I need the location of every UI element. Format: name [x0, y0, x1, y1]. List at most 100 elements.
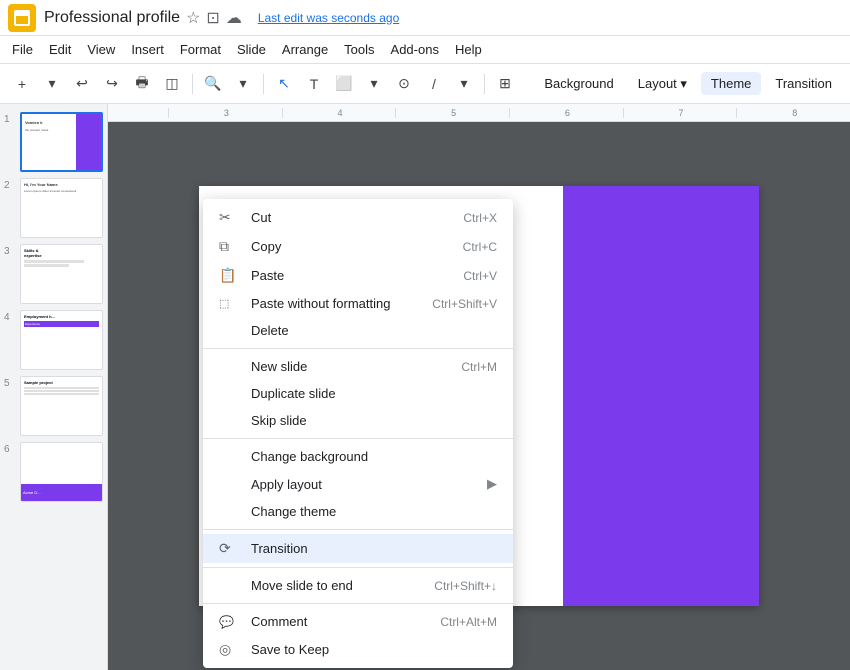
folder-icon[interactable]: ⊡ [206, 8, 219, 28]
toolbar-dropdown-btn[interactable]: ▾ [38, 70, 66, 98]
transition-icon: ⟳ [219, 540, 239, 557]
toolbar-print-btn[interactable]: 🖶 [128, 70, 156, 98]
slide-thumb-6[interactable]: 6 Acme D... [4, 442, 103, 502]
slide-preview-2[interactable]: Hi, I'm Your Name Lorem ipsum dolor sit … [20, 178, 103, 238]
toolbar-sep-3 [484, 74, 485, 94]
slide-preview-4[interactable]: Employment h... Experience [20, 310, 103, 370]
toolbar-line-btn[interactable]: / [420, 70, 448, 98]
context-menu: ✂ Cut Ctrl+X ⧉ Copy Ctrl+C 📋 Paste Ctrl+… [203, 199, 513, 668]
slide-preview-3[interactable]: Skills &expertise [20, 244, 103, 304]
menu-slide[interactable]: Slide [229, 40, 274, 59]
slide-preview-1[interactable]: Vomien k the present mana [20, 112, 103, 172]
toolbar-theme-btn[interactable]: Theme [701, 72, 761, 95]
ctx-change-background[interactable]: Change background [203, 443, 513, 470]
ctx-sep-4 [203, 567, 513, 568]
menu-file[interactable]: File [4, 40, 41, 59]
toolbar-sep-2 [263, 74, 264, 94]
ctx-delete-label: Delete [251, 323, 289, 338]
ruler-top: 3 4 5 6 7 8 [108, 104, 850, 122]
ctx-change-background-label: Change background [251, 449, 368, 464]
ctx-skip-slide-label: Skip slide [251, 413, 307, 428]
toolbar-comment-btn[interactable]: ⊞ [491, 70, 519, 98]
ctx-transition-label: Transition [251, 541, 308, 556]
toolbar-zoom-dropdown[interactable]: ▾ [229, 70, 257, 98]
menu-arrange[interactable]: Arrange [274, 40, 336, 59]
toolbar-undo-btn[interactable]: ↩ [68, 70, 96, 98]
toolbar-shape-dropdown[interactable]: ▾ [360, 70, 388, 98]
ctx-move-slide-end-label: Move slide to end [251, 578, 353, 593]
toolbar-background-btn[interactable]: Background [534, 72, 623, 95]
toolbar-text-btn[interactable]: T [300, 70, 328, 98]
ctx-new-slide[interactable]: New slide Ctrl+M [203, 353, 513, 380]
paste-no-format-icon: ⬚ [219, 297, 239, 310]
toolbar-image-btn[interactable]: ⊙ [390, 70, 418, 98]
toolbar-redo-btn[interactable]: ↪ [98, 70, 126, 98]
menu-edit[interactable]: Edit [41, 40, 79, 59]
slide-num-3: 3 [4, 244, 16, 257]
ctx-paste-shortcut: Ctrl+V [463, 269, 497, 283]
toolbar-layout-btn[interactable]: Layout ▾ [628, 72, 697, 96]
slide-thumb-2[interactable]: 2 Hi, I'm Your Name Lorem ipsum dolor si… [4, 178, 103, 238]
ruler-mark-5: 5 [395, 108, 509, 118]
slide-num-1: 1 [4, 112, 16, 125]
toolbar-line-dropdown[interactable]: ▾ [450, 70, 478, 98]
star-icon[interactable]: ☆ [186, 8, 200, 28]
ctx-new-slide-label: New slide [251, 359, 307, 374]
ruler-mark-3: 3 [168, 108, 282, 118]
slide-thumb-1[interactable]: 1 Vomien k the present mana [4, 112, 103, 172]
ctx-cut[interactable]: ✂ Cut Ctrl+X [203, 203, 513, 232]
slide-thumb-3[interactable]: 3 Skills &expertise [4, 244, 103, 304]
slide-thumb-4[interactable]: 4 Employment h... Experience [4, 310, 103, 370]
cut-icon: ✂ [219, 209, 239, 226]
slide-preview-6[interactable]: Acme D... [20, 442, 103, 502]
ctx-sep-5 [203, 603, 513, 604]
ctx-skip-slide[interactable]: Skip slide [203, 407, 513, 434]
ctx-apply-layout[interactable]: Apply layout ▶ [203, 470, 513, 498]
ctx-cut-label: Cut [251, 210, 271, 225]
ctx-paste-no-format[interactable]: ⬚ Paste without formatting Ctrl+Shift+V [203, 290, 513, 317]
toolbar-select-btn[interactable]: ↖ [270, 70, 298, 98]
menu-help[interactable]: Help [447, 40, 490, 59]
menu-format[interactable]: Format [172, 40, 229, 59]
menu-tools[interactable]: Tools [336, 40, 382, 59]
slide-preview-5[interactable]: Sample project [20, 376, 103, 436]
save-keep-icon: ◎ [219, 641, 239, 658]
toolbar-shape-btn[interactable]: ⬜ [330, 70, 358, 98]
ctx-sep-1 [203, 348, 513, 349]
toolbar-transition-btn[interactable]: Transition [765, 72, 842, 95]
menu-addons[interactable]: Add-ons [383, 40, 447, 59]
paste-icon: 📋 [219, 267, 239, 284]
menu-view[interactable]: View [79, 40, 123, 59]
document-title[interactable]: Professional profile [44, 9, 180, 27]
ctx-sep-2 [203, 438, 513, 439]
ctx-comment-label: Comment [251, 614, 307, 629]
ruler-mark-7: 7 [623, 108, 737, 118]
toolbar-right-group: Background Layout ▾ Theme Transition [534, 72, 842, 96]
slide-thumb-5[interactable]: 5 Sample project [4, 376, 103, 436]
ctx-duplicate-slide[interactable]: Duplicate slide [203, 380, 513, 407]
ctx-delete[interactable]: Delete [203, 317, 513, 344]
app-icon [8, 4, 36, 32]
cloud-icon[interactable]: ☁ [226, 8, 242, 28]
ctx-paste-no-format-label: Paste without formatting [251, 296, 390, 311]
toolbar-add-btn[interactable]: + [8, 70, 36, 98]
ctx-save-keep[interactable]: ◎ Save to Keep [203, 635, 513, 664]
ctx-copy[interactable]: ⧉ Copy Ctrl+C [203, 232, 513, 261]
ruler-mark-6: 6 [509, 108, 623, 118]
ctx-copy-label: Copy [251, 239, 281, 254]
toolbar-zoom-btn[interactable]: 🔍 [199, 70, 227, 98]
ctx-copy-shortcut: Ctrl+C [463, 240, 497, 254]
ctx-move-slide-end[interactable]: Move slide to end Ctrl+Shift+↓ [203, 572, 513, 599]
ctx-sep-3 [203, 529, 513, 530]
ctx-cut-shortcut: Ctrl+X [463, 211, 497, 225]
ctx-transition[interactable]: ⟳ Transition [203, 534, 513, 563]
ctx-move-slide-end-shortcut: Ctrl+Shift+↓ [434, 579, 497, 593]
ctx-comment-shortcut: Ctrl+Alt+M [440, 615, 497, 629]
ctx-comment[interactable]: 💬 Comment Ctrl+Alt+M [203, 608, 513, 635]
toolbar-paintformat-btn[interactable]: ◫ [158, 70, 186, 98]
ctx-paste[interactable]: 📋 Paste Ctrl+V [203, 261, 513, 290]
ctx-change-theme[interactable]: Change theme [203, 498, 513, 525]
main-area: 1 Vomien k the present mana 2 Hi, I'm Yo… [0, 104, 850, 670]
apply-layout-arrow: ▶ [487, 476, 497, 492]
menu-insert[interactable]: Insert [123, 40, 172, 59]
